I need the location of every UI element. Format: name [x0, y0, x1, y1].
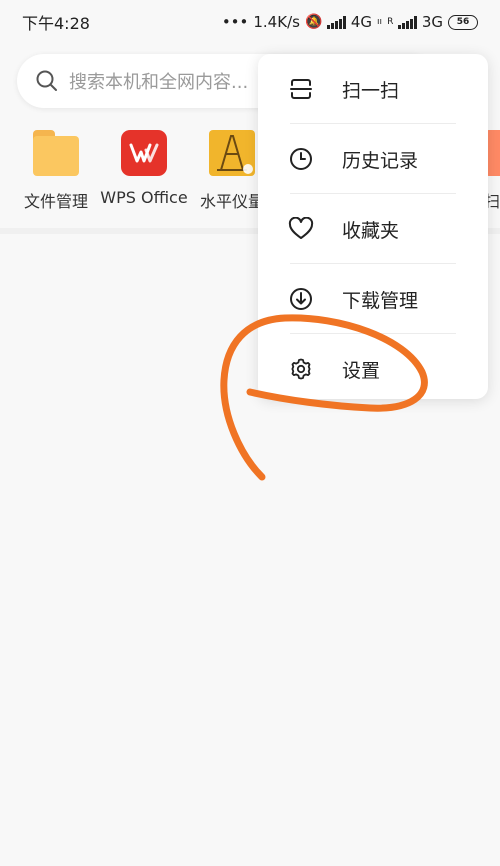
menu-item-label: 历史记录	[342, 149, 419, 172]
menu-item-settings[interactable]: 设置	[258, 334, 488, 404]
menu-item-downloads[interactable]: 下载管理	[258, 264, 488, 334]
status-bar: 下午4:28 ••• 1.4K/s 🔕 4G ıı R 3G 56	[0, 0, 500, 44]
menu-item-label: 扫一扫	[342, 79, 400, 102]
network-activity: ıı	[377, 17, 383, 27]
wps-icon	[121, 130, 167, 176]
menu-item-label: 下载管理	[342, 289, 419, 312]
signal-icon-2	[398, 15, 417, 29]
network-type-2: 3G	[421, 13, 443, 31]
menu-item-label: 设置	[342, 359, 381, 382]
menu-item-label: 收藏夹	[342, 219, 400, 242]
status-indicators: ••• 1.4K/s 🔕 4G ıı R 3G 56	[222, 13, 478, 31]
app-label: 文件管理	[23, 192, 88, 211]
search-placeholder: 搜索本机和全网内容...	[69, 72, 249, 93]
app-file-manager[interactable]: 文件管理	[6, 128, 106, 212]
folder-icon	[33, 130, 79, 176]
status-dots: •••	[221, 13, 249, 31]
overflow-menu: 扫一扫 历史记录 收藏夹 下载管理 设置	[258, 54, 488, 399]
app-wps-office[interactable]: WPS Office	[94, 128, 194, 207]
menu-item-history[interactable]: 历史记录	[258, 124, 488, 194]
signal-icon	[327, 15, 346, 29]
menu-item-scan[interactable]: 扫一扫	[258, 54, 488, 124]
roaming-indicator: R	[387, 17, 394, 27]
clock-icon	[288, 146, 314, 172]
menu-item-favorites[interactable]: 收藏夹	[258, 194, 488, 264]
bell-muted-icon: 🔕	[304, 14, 323, 30]
battery-icon: 56	[448, 14, 478, 30]
network-speed: 1.4K/s	[253, 13, 300, 31]
network-type-1: 4G	[350, 13, 373, 31]
scan-icon	[288, 76, 314, 102]
status-time: 下午4:28	[22, 14, 90, 33]
level-icon	[209, 130, 255, 176]
heart-icon	[288, 216, 314, 242]
gear-icon	[288, 356, 314, 382]
download-icon	[288, 286, 314, 312]
search-icon	[36, 70, 57, 91]
app-label: WPS Office	[100, 188, 188, 207]
battery-level: 56	[456, 17, 470, 27]
